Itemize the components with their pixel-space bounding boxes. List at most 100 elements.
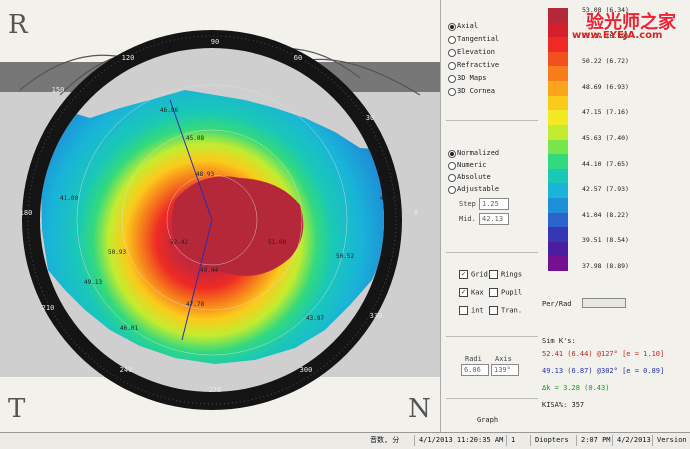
- radio-normalized[interactable]: Normalized: [448, 149, 499, 158]
- map-value-label: 46.96: [160, 107, 178, 114]
- graph-group: [446, 398, 538, 431]
- ring-tick-label: 150: [52, 86, 65, 94]
- legend-swatch: [548, 256, 568, 272]
- legend-value: 37.98 (8.89): [582, 262, 629, 270]
- sim-k1: 52.41 (6.44) @127° [e = 1.10]: [542, 350, 665, 358]
- ring-tick-label: 240: [120, 366, 133, 374]
- radio-3d-maps[interactable]: 3D Maps: [448, 74, 487, 83]
- legend-swatch: [548, 197, 568, 214]
- map-value-label: 52.42: [170, 239, 188, 246]
- map-value-label: 45.08: [186, 135, 204, 142]
- legend-swatch: [548, 154, 568, 170]
- graph-button[interactable]: Graph: [477, 416, 498, 424]
- corner-label-t: T: [8, 394, 26, 424]
- axis-label: Axis: [495, 355, 512, 363]
- status-cell-units: Diopters: [530, 435, 569, 446]
- per-rad-label: Per/Rad: [542, 300, 572, 308]
- sim-k2: 49.13 (6.87) @302° [e = 0.89]: [542, 367, 665, 375]
- legend-swatch: [548, 227, 568, 243]
- status-cell-version: Version: [652, 435, 687, 446]
- color-legend-panel: 53.08 (6.34) 51.77 (6.59) 50.22 (6.72) 48.6…: [540, 0, 690, 432]
- ring-tick-label: 330: [370, 312, 383, 320]
- map-value-label: 46.01: [120, 325, 138, 332]
- check-int[interactable]: int: [459, 306, 484, 315]
- map-value-label: 50.52: [336, 253, 354, 260]
- kisa-value: KISA%: 357: [542, 401, 585, 409]
- delta-k: Δk = 3.28 (0.43): [542, 384, 610, 392]
- radio-tangential[interactable]: Tangential: [448, 35, 499, 44]
- legend-swatch: [548, 95, 568, 111]
- ring-tick-label: 120: [122, 54, 135, 62]
- legend-swatch: [548, 241, 568, 257]
- radio-3d-cornea[interactable]: 3D Cornea: [448, 87, 495, 96]
- status-cell-1: 音数, 分: [370, 436, 400, 444]
- radio-refractive[interactable]: Refractive: [448, 61, 499, 70]
- step-select[interactable]: 1.25: [479, 198, 509, 210]
- status-cell-time: 2:07 PM: [576, 435, 611, 446]
- radi-label: Radi: [465, 355, 482, 363]
- control-panel: Axial Tangential Elevation Refractive 3D…: [440, 0, 541, 432]
- ring-tick-label: 270: [209, 386, 222, 394]
- corner-label-r: R: [8, 10, 28, 40]
- check-grid[interactable]: ✓ Grid: [459, 270, 488, 279]
- step-label: Step: [459, 200, 476, 208]
- legend-swatch: [548, 66, 568, 82]
- status-cell-date: 4/2/2013: [612, 435, 651, 446]
- status-cell-datetime: 4/1/2013 11:20:35 AM: [414, 435, 503, 446]
- ring-tick-label: 0: [414, 209, 418, 217]
- legend-value: 45.63 (7.40): [582, 134, 629, 142]
- legend-value: 50.22 (6.72): [582, 57, 629, 66]
- per-rad-field[interactable]: [582, 298, 626, 308]
- radio-absolute[interactable]: Absolute: [448, 173, 491, 182]
- legend-swatch: [548, 212, 568, 228]
- radio-axial[interactable]: Axial: [448, 22, 478, 31]
- radi-value-field[interactable]: 6.06: [461, 364, 489, 376]
- legend-value: 39.51 (8.54): [582, 236, 629, 245]
- mid-select[interactable]: 42.13: [479, 213, 509, 225]
- check-kax[interactable]: ✓ Kax: [459, 288, 484, 297]
- legend-value: 41.04 (8.22): [582, 210, 629, 219]
- legend-swatch: [548, 51, 568, 67]
- check-pupil[interactable]: Pupil: [489, 288, 522, 297]
- watermark-url: www.EYEJA.com: [572, 30, 663, 41]
- map-value-label: 45.25: [380, 195, 398, 202]
- status-cell-count: 1: [506, 435, 515, 446]
- legend-swatch: [548, 22, 568, 38]
- check-tran[interactable]: Tran.: [489, 306, 522, 315]
- legend-swatch: [548, 81, 568, 97]
- legend-swatch: [548, 37, 568, 53]
- ring-tick-label: 90: [211, 38, 219, 46]
- axis-value-field[interactable]: 139°: [491, 364, 519, 376]
- map-value-label: 51.00: [268, 239, 286, 246]
- radio-numeric[interactable]: Numeric: [448, 161, 487, 170]
- map-value-label: 47.78: [186, 301, 204, 308]
- map-value-label: 48.93: [196, 171, 214, 178]
- legend-value: 47.15 (7.16): [582, 108, 629, 117]
- ring-tick-label: 180: [20, 209, 33, 217]
- legend-swatch: [548, 168, 568, 184]
- mid-label: Mid.: [459, 215, 476, 223]
- ring-tick-label: 30: [366, 114, 374, 122]
- radio-elevation[interactable]: Elevation: [448, 48, 495, 57]
- topography-map: 120 90 60 150 30 180 0 210 330 240 300 270 46.96 45.…: [0, 30, 440, 410]
- legend-value: 48.69 (6.93): [582, 82, 629, 91]
- map-value-label: 41.00: [60, 195, 78, 202]
- radio-adjustable[interactable]: Adjustable: [448, 185, 499, 194]
- legend-swatch: [548, 139, 568, 155]
- map-value-label: 50.93: [108, 249, 126, 256]
- map-type-group: [446, 4, 538, 116]
- check-rings[interactable]: Rings: [489, 270, 522, 279]
- legend-color-bar: [548, 8, 568, 272]
- legend-value: 42.57 (7.93): [582, 185, 629, 194]
- ring-tick-label: 300: [300, 366, 313, 374]
- map-value-label: 49.44: [200, 267, 218, 274]
- legend-value: 44.10 (7.65): [582, 159, 629, 168]
- map-value-label: 49.13: [84, 279, 102, 286]
- legend-swatch: [548, 124, 568, 140]
- legend-swatch: [548, 110, 568, 126]
- sim-k-label: Sim K's:: [542, 337, 576, 345]
- status-bar: 音数, 分 4/1/2013 11:20:35 AM 1 Diopters 2:…: [0, 432, 690, 449]
- legend-swatch: [548, 8, 568, 24]
- corner-label-n: N: [408, 394, 431, 424]
- ring-tick-label: 60: [294, 54, 302, 62]
